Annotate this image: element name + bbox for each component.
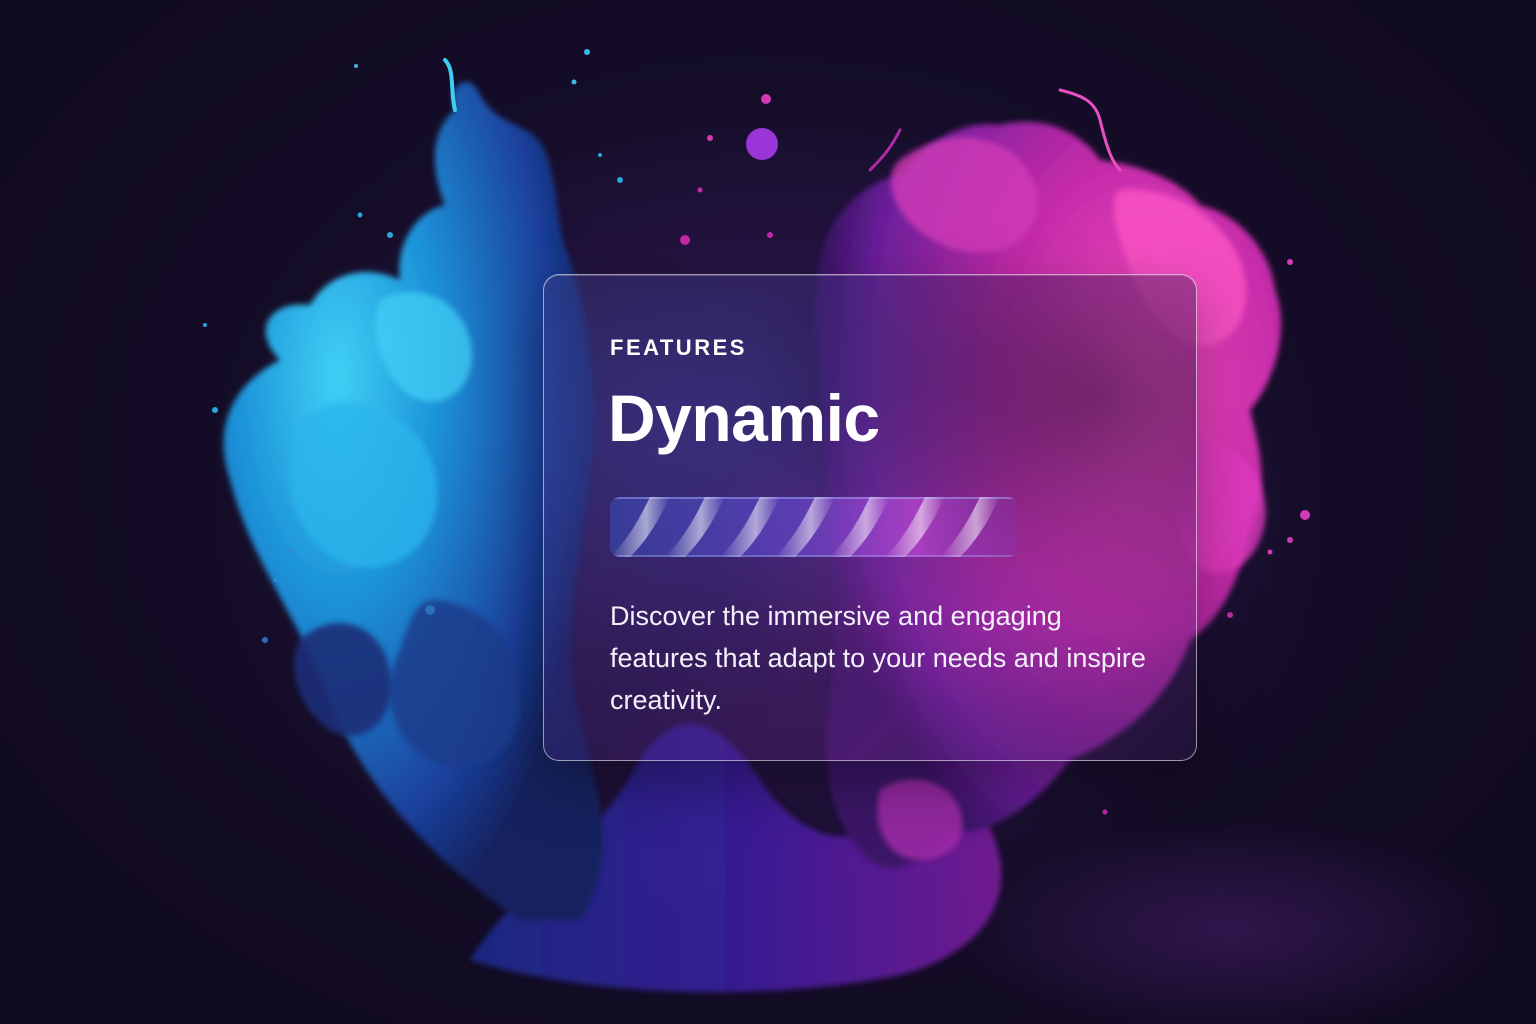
card-eyebrow: FEATURES xyxy=(610,335,747,360)
card-description: Discover the immersive and engaging feat… xyxy=(610,601,1146,715)
hero-section: FEATURES Dynamic Discover the immersive … xyxy=(0,0,1536,1024)
card-title: Dynamic xyxy=(608,381,880,455)
wave-pattern-icon xyxy=(610,497,1018,557)
feature-card: FEATURES Dynamic Discover the immersive … xyxy=(543,274,1197,761)
